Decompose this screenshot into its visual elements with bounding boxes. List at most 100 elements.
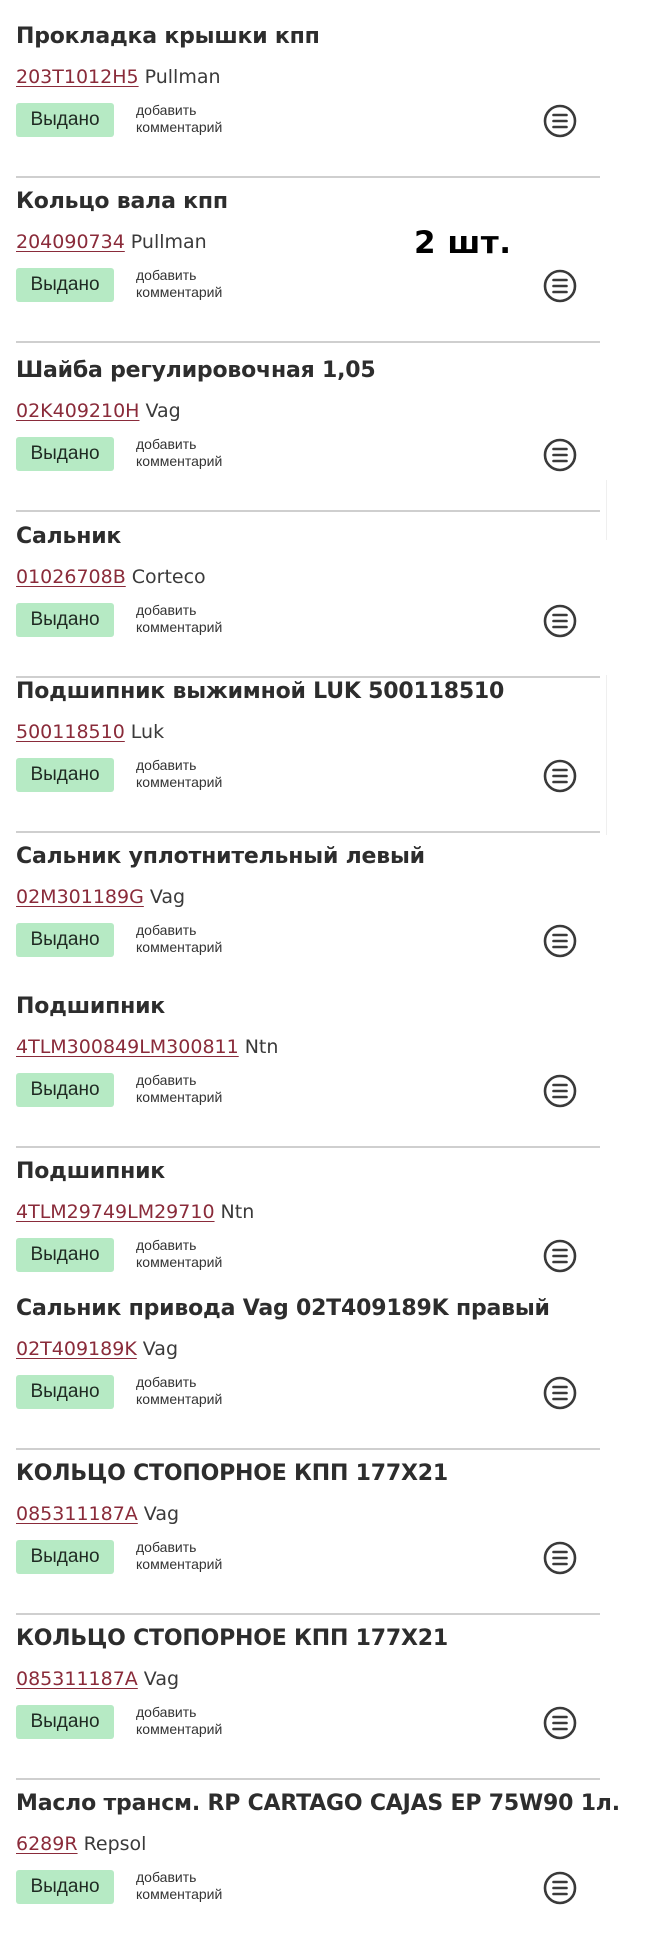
- item-title: Подшипник: [16, 1159, 166, 1184]
- add-comment-line1: добавить: [136, 922, 197, 938]
- status-badge: Выдано: [16, 1238, 114, 1272]
- add-comment-line1: добавить: [136, 436, 197, 452]
- item-title: Сальник привода Vag 02T409189K правый: [16, 1296, 550, 1321]
- add-comment-link[interactable]: добавить комментарий: [136, 1374, 222, 1408]
- quantity-annotation: 2 шт.: [414, 225, 512, 261]
- add-comment-link[interactable]: добавить комментарий: [136, 436, 222, 470]
- add-comment-link[interactable]: добавить комментарий: [136, 757, 222, 791]
- list-item: Подшипник выжимной LUK 500118510 5001185…: [0, 673, 600, 838]
- status-badge: Выдано: [16, 1705, 114, 1739]
- divider: [16, 176, 600, 178]
- divider: [16, 1613, 600, 1615]
- menu-lines-circle-icon[interactable]: [543, 1376, 577, 1410]
- divider: [16, 1448, 600, 1450]
- status-badge: Выдано: [16, 103, 114, 137]
- list-item: КОЛЬЦО СТОПОРНОЕ КПП 177X21 085311187A Va…: [0, 1620, 600, 1785]
- add-comment-line2: комментарий: [136, 619, 223, 635]
- status-badge: Выдано: [16, 1073, 114, 1107]
- menu-lines-circle-icon[interactable]: [543, 269, 577, 303]
- item-meta: 02T409189K Vag: [16, 1338, 178, 1360]
- add-comment-link[interactable]: добавить комментарий: [136, 1539, 222, 1573]
- item-meta: 085311187A Vag: [16, 1503, 179, 1525]
- list-item: Сальник 01026708B Corteco Выдано добавить…: [0, 518, 600, 683]
- add-comment-link[interactable]: добавить комментарий: [136, 1237, 222, 1271]
- add-comment-link[interactable]: добавить комментарий: [136, 1072, 222, 1106]
- list-item: Кольцо вала кпп 204090734 Pullman Выдано …: [0, 183, 600, 348]
- add-comment-link[interactable]: добавить комментарий: [136, 102, 222, 136]
- add-comment-line1: добавить: [136, 102, 197, 118]
- brand-label: Corteco: [131, 566, 206, 588]
- part-code-link[interactable]: 02T409189K: [16, 1338, 137, 1360]
- part-code-link[interactable]: 01026708B: [16, 566, 126, 588]
- add-comment-line1: добавить: [136, 757, 197, 773]
- menu-lines-circle-icon[interactable]: [543, 1706, 577, 1740]
- menu-lines-circle-icon[interactable]: [543, 1074, 577, 1108]
- add-comment-link[interactable]: добавить комментарий: [136, 1869, 222, 1903]
- menu-lines-circle-icon[interactable]: [543, 1541, 577, 1575]
- status-badge: Выдано: [16, 1870, 114, 1904]
- list-item: Масло трансм. RP CARTAGO CAJAS EP 75W90 …: [0, 1785, 620, 1950]
- add-comment-link[interactable]: добавить комментарий: [136, 267, 222, 301]
- add-comment-line2: комментарий: [136, 284, 223, 300]
- part-code-link[interactable]: 500118510: [16, 721, 125, 743]
- brand-label: Vag: [149, 886, 186, 908]
- menu-lines-circle-icon[interactable]: [543, 924, 577, 958]
- brand-label: Vag: [142, 1338, 179, 1360]
- add-comment-line1: добавить: [136, 1704, 197, 1720]
- add-comment-line2: комментарий: [136, 1556, 223, 1572]
- brand-label: Pullman: [144, 66, 221, 88]
- add-comment-link[interactable]: добавить комментарий: [136, 922, 222, 956]
- part-code-link[interactable]: 4TLM300849LM300811: [16, 1036, 239, 1058]
- part-code-link[interactable]: 203T1012H5: [16, 66, 139, 88]
- divider: [16, 831, 600, 833]
- menu-lines-circle-icon[interactable]: [543, 759, 577, 793]
- part-code-link[interactable]: 204090734: [16, 231, 125, 253]
- brand-label: Ntn: [220, 1201, 255, 1223]
- part-code-link[interactable]: 085311187A: [16, 1668, 138, 1690]
- item-meta: 204090734 Pullman: [16, 231, 207, 253]
- item-title: Кольцо вала кпп: [16, 189, 228, 214]
- item-meta: 02M301189G Vag: [16, 886, 185, 908]
- part-code-link[interactable]: 02M301189G: [16, 886, 144, 908]
- part-code-link[interactable]: 085311187A: [16, 1503, 138, 1525]
- add-comment-line2: комментарий: [136, 453, 223, 469]
- item-title: КОЛЬЦО СТОПОРНОЕ КПП 177X21: [16, 1461, 448, 1486]
- menu-lines-circle-icon[interactable]: [543, 1871, 577, 1905]
- menu-lines-circle-icon[interactable]: [543, 1239, 577, 1273]
- divider: [16, 1778, 600, 1780]
- brand-label: Ntn: [244, 1036, 279, 1058]
- list-item: Прокладка крышки кпп 203T1012H5 Pullman В…: [0, 18, 600, 183]
- add-comment-line1: добавить: [136, 1869, 197, 1885]
- item-title: Сальник: [16, 524, 122, 549]
- list-item: Подшипник 4TLM300849LM300811 Ntn Выдано д…: [0, 988, 600, 1153]
- item-title: Масло трансм. RP CARTAGO CAJAS EP 75W90 …: [16, 1791, 620, 1816]
- add-comment-line1: добавить: [136, 1539, 197, 1555]
- item-meta: 02K409210H Vag: [16, 400, 181, 422]
- list-item: Сальник уплотнительный левый 02M301189G V…: [0, 838, 600, 1003]
- menu-lines-circle-icon[interactable]: [543, 604, 577, 638]
- item-title: КОЛЬЦО СТОПОРНОЕ КПП 177X21: [16, 1626, 448, 1651]
- add-comment-line2: комментарий: [136, 1391, 223, 1407]
- item-title: Подшипник выжимной LUK 500118510: [16, 679, 505, 704]
- item-title: Прокладка крышки кпп: [16, 24, 320, 49]
- add-comment-link[interactable]: добавить комментарий: [136, 1704, 222, 1738]
- item-title: Подшипник: [16, 994, 166, 1019]
- part-code-link[interactable]: 6289R: [16, 1833, 78, 1855]
- status-badge: Выдано: [16, 1375, 114, 1409]
- divider: [16, 1146, 600, 1148]
- item-meta: 500118510 Luk: [16, 721, 164, 743]
- item-title: Сальник уплотнительный левый: [16, 844, 425, 869]
- brand-label: Vag: [143, 1668, 180, 1690]
- item-meta: 01026708B Corteco: [16, 566, 206, 588]
- add-comment-link[interactable]: добавить комментарий: [136, 602, 222, 636]
- add-comment-line2: комментарий: [136, 939, 223, 955]
- part-code-link[interactable]: 4TLM29749LM29710: [16, 1201, 215, 1223]
- stitch-edge: [606, 675, 607, 835]
- divider: [16, 341, 600, 343]
- add-comment-line2: комментарий: [136, 1721, 223, 1737]
- menu-lines-circle-icon[interactable]: [543, 438, 577, 472]
- part-code-link[interactable]: 02K409210H: [16, 400, 139, 422]
- status-badge: Выдано: [16, 437, 114, 471]
- add-comment-line1: добавить: [136, 1237, 197, 1253]
- menu-lines-circle-icon[interactable]: [543, 104, 577, 138]
